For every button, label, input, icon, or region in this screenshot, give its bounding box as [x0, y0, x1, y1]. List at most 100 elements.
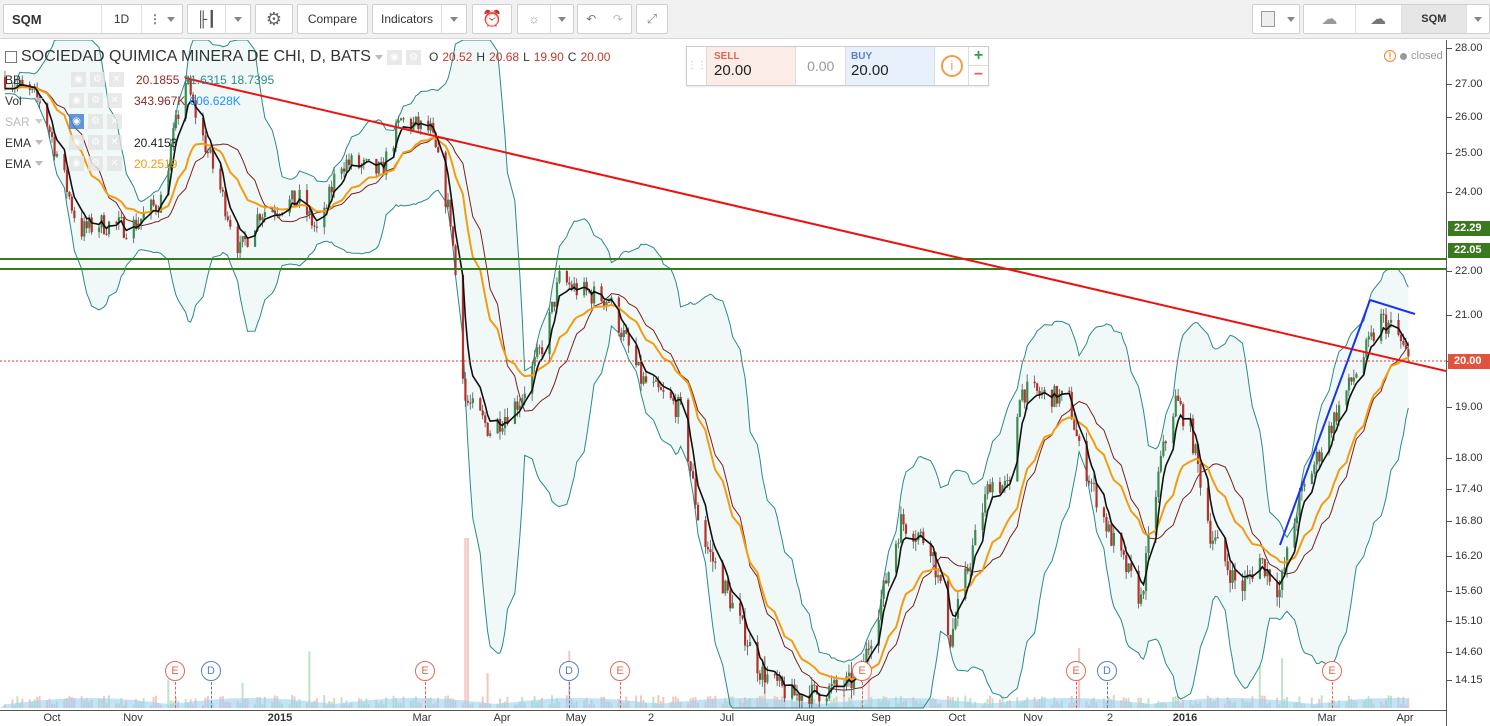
chart-type-button[interactable]: ╟┃: [188, 5, 226, 33]
chevron-down-icon[interactable]: [35, 140, 43, 145]
candle-body: [899, 514, 903, 543]
eye-icon[interactable]: ◉: [386, 49, 402, 65]
time-tick: Oct: [43, 712, 61, 724]
alert-button[interactable]: ⏰: [472, 4, 512, 34]
bb-upper-value: 21.6315: [183, 72, 227, 87]
ohlc-low-label: L: [523, 50, 530, 64]
chevron-down-icon[interactable]: [35, 98, 43, 103]
gear-icon[interactable]: ⚙: [90, 72, 105, 87]
chevron-down-icon[interactable]: [35, 161, 43, 166]
time-axis[interactable]: Oct Nov 2015 Mar Apr May 2 Jul Aug Sep Oct Nov 2 2016…: [0, 710, 1446, 726]
earnings-marker[interactable]: E: [1066, 661, 1086, 681]
decrease-button[interactable]: −: [969, 66, 988, 85]
candle-body: [714, 561, 717, 563]
candle-body: [966, 568, 969, 572]
candle-body: [1382, 313, 1385, 315]
earnings-marker[interactable]: E: [165, 661, 185, 681]
candle-body: [729, 590, 732, 609]
candle-body: [731, 602, 734, 609]
eye-icon[interactable]: ◉: [69, 114, 84, 129]
candle-body: [466, 400, 469, 403]
candle-body: [399, 118, 403, 121]
buy-button[interactable]: BUY 20.00: [846, 47, 936, 85]
layout-button[interactable]: [1253, 5, 1283, 33]
indicators-button[interactable]: Indicators: [373, 5, 443, 33]
compare-button[interactable]: Compare: [297, 4, 368, 34]
dividend-marker[interactable]: D: [559, 661, 579, 681]
event-stem: [569, 682, 570, 708]
dividend-marker[interactable]: D: [1097, 661, 1117, 681]
dividend-marker[interactable]: D: [201, 661, 221, 681]
candle-body: [1127, 563, 1130, 572]
gear-icon[interactable]: ⚙: [88, 135, 103, 150]
info-button[interactable]: i: [935, 47, 970, 85]
candle-body: [607, 301, 611, 303]
sell-button[interactable]: SELL 20.00: [707, 47, 797, 85]
price-axis[interactable]: 28.00 27.00 26.00 25.00 24.00 22.00 21.00 20.00…: [1446, 40, 1490, 726]
chevron-down-icon: [167, 16, 175, 22]
increase-button[interactable]: +: [969, 47, 989, 66]
redo-button[interactable]: ↷: [605, 5, 632, 33]
candle-body: [221, 189, 224, 192]
candle-body: [1372, 332, 1375, 341]
event-stem: [1076, 682, 1077, 708]
layout-menu[interactable]: [1283, 5, 1299, 33]
load-chart-button[interactable]: ☁: [1304, 5, 1356, 33]
save-chart-button[interactable]: ☁: [1356, 5, 1402, 33]
event-stem: [1107, 682, 1108, 708]
gear-icon[interactable]: ⚙: [88, 114, 103, 129]
fullscreen-button[interactable]: ⤢: [636, 4, 668, 34]
price-badge-last: 20.00: [1448, 354, 1490, 369]
candle-body: [773, 674, 776, 676]
candle-body: [229, 219, 232, 227]
earnings-marker[interactable]: E: [415, 661, 435, 681]
eye-icon[interactable]: ◉: [69, 135, 84, 150]
candle-body: [1107, 524, 1111, 532]
ideas-button[interactable]: ☼: [518, 5, 551, 33]
indicators-menu[interactable]: [442, 5, 466, 33]
gear-icon[interactable]: ⚙: [88, 156, 103, 171]
settings-button[interactable]: ⚙: [255, 4, 293, 34]
ideas-menu[interactable]: [551, 5, 573, 33]
eye-icon[interactable]: ◉: [69, 156, 84, 171]
candle-body: [622, 330, 625, 338]
time-tick: Sep: [871, 712, 891, 724]
chart-pane[interactable]: [0, 40, 1446, 710]
candle-body: [523, 393, 526, 399]
interval-button[interactable]: 1D: [102, 5, 142, 33]
close-icon[interactable]: ✕: [109, 72, 124, 87]
candle-body: [1365, 339, 1368, 358]
candle-body: [1278, 590, 1281, 598]
gear-icon[interactable]: ⚙: [88, 93, 103, 108]
candle-body: [1078, 436, 1081, 441]
layout-group: [1252, 4, 1300, 34]
chart-type-menu[interactable]: [226, 5, 250, 33]
symbol-input[interactable]: SQM: [4, 5, 102, 33]
candle-body: [1164, 441, 1167, 444]
saved-chart-menu[interactable]: [1467, 5, 1489, 33]
candle-body: [501, 428, 504, 432]
close-icon[interactable]: ✕: [107, 93, 122, 108]
candle-body: [746, 645, 749, 647]
saved-chart-name[interactable]: SQM: [1401, 5, 1468, 33]
drag-handle-icon[interactable]: ⋮⋮: [687, 47, 707, 85]
eye-icon[interactable]: ◉: [71, 72, 86, 87]
candle-body: [1182, 404, 1185, 427]
chevron-down-icon[interactable]: [374, 54, 383, 60]
earnings-marker[interactable]: E: [1322, 661, 1342, 681]
earnings-marker[interactable]: E: [610, 661, 630, 681]
undo-button[interactable]: ↶: [578, 5, 605, 33]
close-icon[interactable]: ✕: [107, 156, 122, 171]
chevron-down-icon[interactable]: [35, 119, 43, 124]
earnings-marker[interactable]: E: [852, 661, 872, 681]
interval-menu-button[interactable]: ⋮: [142, 5, 182, 33]
price-chart[interactable]: [0, 40, 1446, 710]
candle-body: [1335, 412, 1338, 422]
close-icon[interactable]: ✕: [107, 114, 122, 129]
eye-icon[interactable]: ◉: [69, 93, 84, 108]
candle-body: [662, 390, 665, 392]
close-icon[interactable]: ✕: [107, 135, 122, 150]
collapse-icon[interactable]: [5, 51, 17, 63]
gear-icon[interactable]: ⚙: [405, 49, 421, 65]
candle-body: [1199, 464, 1202, 488]
